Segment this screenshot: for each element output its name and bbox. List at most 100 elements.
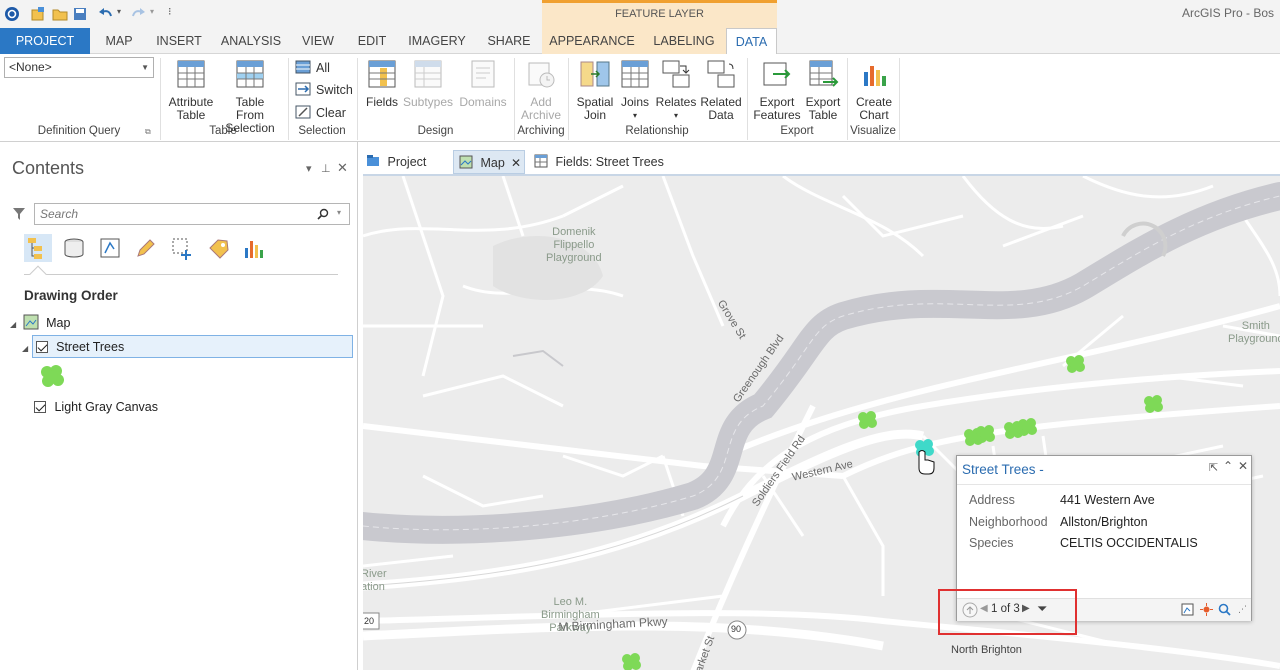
snapping-icon[interactable]: [168, 234, 196, 262]
export-features-icon: [763, 62, 791, 86]
collapse-icon[interactable]: ◢: [22, 344, 28, 353]
domains-button[interactable]: Domains: [456, 58, 510, 109]
new-project-icon[interactable]: [30, 6, 46, 22]
domains-label: Domains: [459, 95, 507, 109]
view-tab-label: Map: [480, 156, 505, 170]
tree-symbol-icon[interactable]: [38, 363, 66, 389]
view-tab-project[interactable]: Project: [366, 150, 452, 174]
select-all-button[interactable]: All: [295, 58, 330, 78]
tree-item-map[interactable]: ◢ Map: [10, 312, 70, 334]
tree-item-label: Street Trees: [56, 340, 125, 354]
tab-share[interactable]: SHARE: [480, 28, 538, 54]
field-value-address: 441 Western Ave: [1060, 493, 1155, 507]
switch-selection-icon: [295, 82, 311, 96]
create-chart-label: Create Chart: [855, 95, 893, 122]
search-options-icon[interactable]: ▾: [337, 208, 341, 217]
open-project-icon[interactable]: [52, 6, 68, 22]
relates-label: Relates: [655, 95, 697, 109]
clear-selection-icon: [295, 105, 311, 119]
view-tab-fields[interactable]: Fields: Street Trees: [534, 150, 684, 174]
table-from-selection-button[interactable]: Table From Selection: [220, 58, 280, 135]
tab-appearance[interactable]: APPEARANCE: [542, 28, 642, 54]
fields-icon: [534, 154, 548, 168]
tab-insert[interactable]: INSERT: [150, 28, 208, 54]
popup-divider: [957, 484, 1251, 485]
attribute-table-icon: [177, 60, 205, 88]
filter-icon[interactable]: [12, 207, 26, 221]
drawing-order-icon[interactable]: [24, 234, 52, 262]
tab-edit[interactable]: EDIT: [350, 28, 394, 54]
tab-analysis[interactable]: ANALYSIS: [216, 28, 286, 54]
app-title: ArcGIS Pro - Bos: [1181, 6, 1274, 20]
drawing-order-heading: Drawing Order: [24, 288, 118, 303]
pin-icon[interactable]: ⊥: [321, 162, 331, 175]
zoom-icon[interactable]: [1218, 603, 1231, 616]
group-divider: [899, 58, 900, 140]
tree-item-light-gray-canvas[interactable]: Light Gray Canvas: [34, 396, 158, 418]
labeling-icon[interactable]: [204, 234, 232, 262]
charts-icon[interactable]: [240, 234, 268, 262]
subtypes-button[interactable]: Subtypes: [402, 58, 454, 109]
undo-dropdown-icon[interactable]: ▾: [117, 7, 121, 16]
tab-view[interactable]: VIEW: [296, 28, 340, 54]
spatial-join-button[interactable]: Spatial Join: [572, 58, 618, 122]
editing-icon[interactable]: [132, 234, 160, 262]
resize-grip-icon[interactable]: ⋰: [1238, 604, 1247, 615]
definition-query-select[interactable]: <None> ▼: [4, 57, 154, 78]
bar-chart-icon: [864, 66, 886, 86]
switch-selection-button[interactable]: Switch: [295, 80, 353, 100]
contents-pane: Contents ▾ ⊥ ✕ Search ▾ Drawing Order ◢ …: [0, 142, 358, 670]
attribute-table-button[interactable]: Attribute Table: [163, 58, 219, 122]
related-data-button[interactable]: Related Data: [698, 58, 744, 122]
layer-visibility-checkbox[interactable]: [34, 401, 46, 413]
add-archive-button[interactable]: Add Archive: [518, 58, 564, 122]
relates-button[interactable]: Relates ▾: [655, 58, 697, 122]
field-key-species: Species: [969, 536, 1014, 550]
tab-labeling[interactable]: LABELING: [642, 28, 726, 54]
contents-title: Contents: [12, 158, 85, 178]
redo-dropdown-icon[interactable]: ▾: [150, 7, 154, 16]
spatial-join-label: Spatial Join: [576, 95, 614, 122]
joins-button[interactable]: Joins ▾: [617, 58, 653, 122]
collapse-icon[interactable]: ◢: [10, 320, 16, 329]
redo-icon[interactable]: [130, 6, 146, 22]
fields-label: Fields: [365, 95, 398, 109]
export-table-button[interactable]: Export Table: [802, 58, 844, 122]
field-value-neighborhood: Allston/Brighton: [1060, 515, 1148, 529]
dock-popup-icon[interactable]: ⇱: [1209, 461, 1218, 474]
customize-toolbar-icon[interactable]: ⁝: [168, 5, 172, 18]
export-features-button[interactable]: Export Features: [752, 58, 802, 122]
relates-icon: [662, 60, 690, 88]
dialog-launcher-icon[interactable]: ⧉: [145, 127, 151, 137]
fields-button[interactable]: Fields: [362, 58, 402, 109]
tab-imagery[interactable]: IMAGERY: [402, 28, 472, 54]
field-key-address: Address: [969, 493, 1015, 507]
zoom-to-feature-icon[interactable]: [1181, 603, 1194, 616]
selection-icon[interactable]: [96, 234, 124, 262]
close-icon[interactable]: ✕: [1238, 459, 1248, 473]
clear-selection-button[interactable]: Clear: [295, 103, 346, 123]
close-icon[interactable]: ✕: [337, 160, 348, 176]
data-source-icon[interactable]: [60, 234, 88, 262]
contextual-tab-band: FEATURE LAYER: [542, 0, 777, 28]
flash-feature-icon[interactable]: [1200, 603, 1213, 616]
tab-map[interactable]: MAP: [96, 28, 142, 54]
search-icon[interactable]: [317, 208, 329, 220]
group-label-design: Design: [417, 125, 454, 137]
collapse-popup-icon[interactable]: ⌃: [1223, 459, 1233, 473]
tab-project[interactable]: PROJECT: [0, 28, 90, 54]
layer-visibility-checkbox[interactable]: [35, 341, 48, 353]
contents-search-input[interactable]: Search: [34, 203, 350, 225]
view-tabs: Project Map ✕ Fields: Street Trees: [358, 150, 1280, 174]
pane-options-icon[interactable]: ▾: [306, 162, 312, 175]
undo-icon[interactable]: [98, 6, 114, 22]
view-tab-map[interactable]: Map ✕: [453, 150, 525, 174]
close-icon[interactable]: ✕: [511, 151, 521, 175]
create-chart-button[interactable]: Create Chart: [851, 58, 897, 122]
save-project-icon[interactable]: [72, 6, 88, 22]
tab-data[interactable]: DATA: [726, 28, 777, 55]
arcgis-logo-icon: [5, 7, 19, 21]
group-label-archiving: Archiving: [517, 125, 565, 137]
tree-item-street-trees[interactable]: ◢ Street Trees: [22, 336, 124, 358]
view-tab-label: Fields: Street Trees: [555, 155, 664, 169]
